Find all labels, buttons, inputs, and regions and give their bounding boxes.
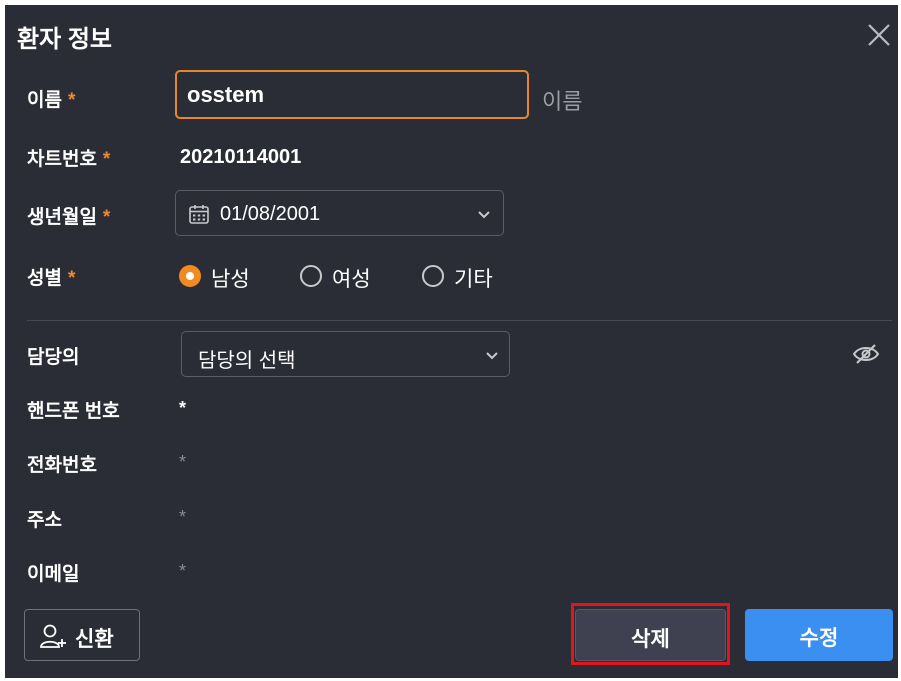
required-mark: * — [102, 149, 111, 170]
address-label: 주소 — [27, 510, 62, 531]
doctor-label: 담당의 — [27, 347, 80, 368]
gender-label-text: 성별 — [27, 268, 62, 289]
patient-info-dialog: 환자 정보 이름* 이름 차트번호* 20210114001 생년월일* 01/… — [5, 5, 898, 678]
close-icon[interactable] — [865, 21, 893, 49]
chart-number-label: 차트번호 * — [27, 144, 110, 171]
name-label: 이름 * — [27, 85, 75, 112]
email-value: * — [179, 561, 187, 581]
name-label-text: 이름 — [27, 90, 62, 111]
birth-date-picker[interactable]: 01/08/2001 — [175, 190, 504, 236]
dialog-title: 환자 정보 — [17, 26, 112, 53]
delete-button[interactable]: 삭제 — [575, 609, 726, 661]
chart-number-label-text: 차트번호 — [27, 149, 97, 170]
radio-unselected-icon — [300, 265, 322, 287]
required-mark: * — [67, 90, 76, 111]
chart-number-value: 20210114001 — [180, 146, 302, 168]
new-patient-label: 신환 — [75, 628, 114, 651]
mobile-value: * — [179, 398, 187, 418]
birth-date-label-text: 생년월일 — [27, 207, 97, 228]
edit-label: 수정 — [799, 627, 839, 650]
required-mark: * — [102, 207, 111, 228]
chevron-down-icon — [486, 352, 498, 360]
birth-date-value: 01/08/2001 — [220, 203, 321, 225]
radio-unselected-icon — [422, 265, 444, 287]
gender-option-label: 기타 — [454, 268, 493, 291]
delete-label: 삭제 — [631, 628, 670, 651]
phone-value: * — [179, 452, 187, 472]
required-mark: * — [67, 268, 76, 289]
gender-option-label: 남성 — [211, 268, 250, 291]
name-input[interactable] — [175, 70, 529, 119]
edit-button[interactable]: 수정 — [745, 609, 893, 661]
gender-label: 성별 * — [27, 263, 75, 290]
new-patient-button[interactable]: 신환 — [24, 609, 140, 661]
doctor-select[interactable]: 담당의 선택 — [181, 331, 510, 377]
calendar-icon — [189, 205, 209, 224]
radio-selected-icon — [179, 265, 201, 287]
address-value: * — [179, 507, 187, 527]
doctor-select-value: 담당의 선택 — [198, 350, 296, 372]
chevron-down-icon — [478, 211, 490, 219]
gender-option-label: 여성 — [332, 268, 371, 291]
name-hint: 이름 — [542, 89, 583, 114]
add-user-icon — [40, 624, 66, 648]
eye-off-icon[interactable] — [851, 342, 881, 366]
mobile-label: 핸드폰 번호 — [27, 401, 120, 422]
birth-date-label: 생년월일 * — [27, 202, 110, 229]
email-label: 이메일 — [27, 564, 80, 585]
phone-label: 전화번호 — [27, 455, 97, 476]
section-divider — [27, 320, 892, 321]
